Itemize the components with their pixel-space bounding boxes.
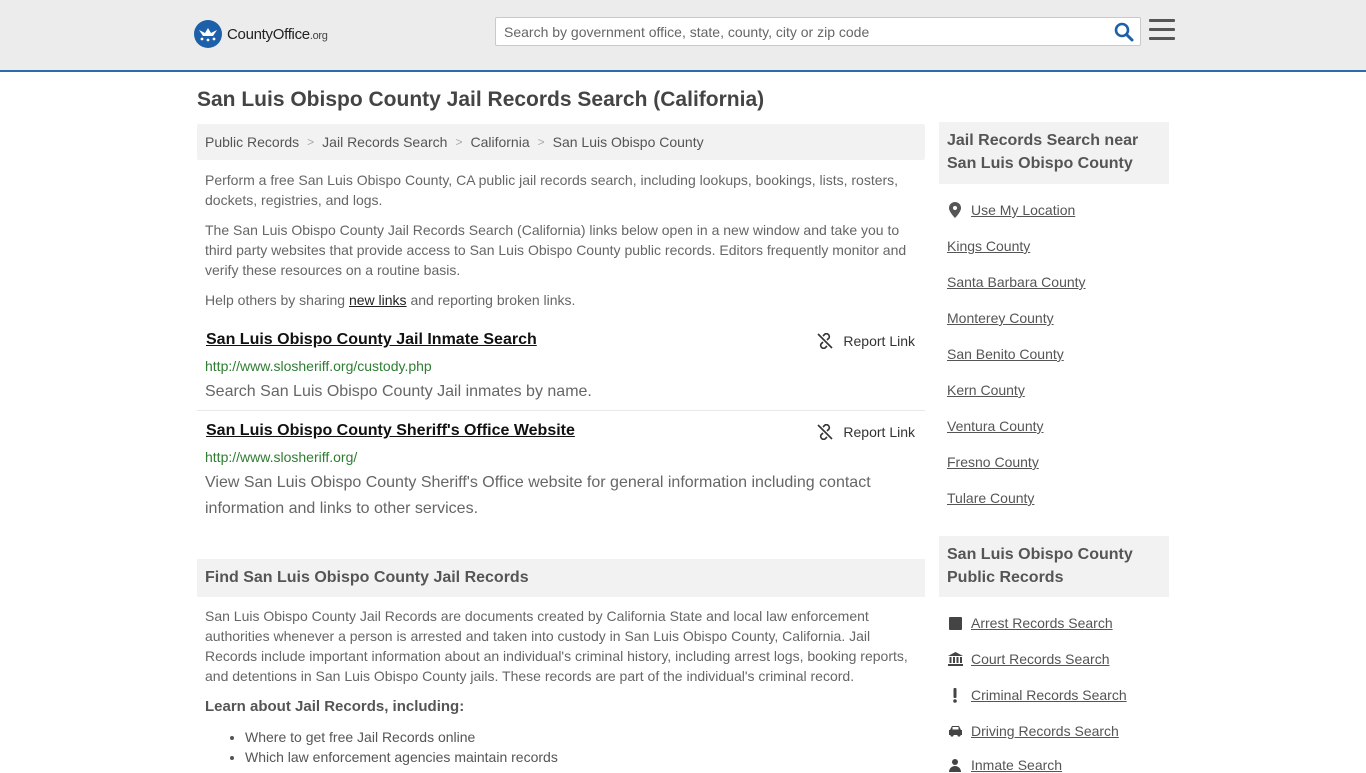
map-pin-icon	[947, 202, 963, 218]
courthouse-icon	[947, 651, 963, 667]
driving-records-link[interactable]: Driving Records Search	[947, 723, 1119, 739]
breadcrumb-separator-icon: >	[455, 135, 463, 149]
result-item: San Luis Obispo County Jail Inmate Searc…	[197, 331, 925, 401]
result-description: Search San Luis Obispo County Jail inmat…	[205, 383, 592, 400]
search-bar	[495, 17, 1141, 46]
use-my-location-link[interactable]: Use My Location	[947, 202, 1075, 218]
report-link-button[interactable]: Report Link	[817, 333, 915, 349]
result-url: http://www.slosheriff.org/custody.php	[205, 358, 432, 374]
site-logo[interactable]: CountyOffice.org	[194, 20, 328, 48]
site-header: CountyOffice.org	[0, 0, 1366, 72]
search-icon[interactable]	[1114, 22, 1134, 42]
list-item: Which law enforcement agencies maintain …	[245, 747, 558, 767]
intro-paragraph-2: The San Luis Obispo County Jail Records …	[205, 222, 907, 278]
learn-list: Where to get free Jail Records online Wh…	[245, 727, 558, 767]
page-title: San Luis Obispo County Jail Records Sear…	[197, 88, 765, 111]
result-title-link[interactable]: San Luis Obispo County Sheriff's Office …	[206, 422, 575, 440]
find-records-heading: Find San Luis Obispo County Jail Records	[197, 559, 925, 597]
report-link-button[interactable]: Report Link	[817, 424, 915, 440]
breadcrumb-separator-icon: >	[307, 135, 315, 149]
hamburger-menu-icon[interactable]	[1149, 19, 1175, 43]
square-icon	[947, 615, 963, 631]
breadcrumb-california[interactable]: California	[470, 134, 529, 150]
logo-badge-icon	[194, 20, 222, 48]
broken-link-icon	[817, 333, 833, 349]
nearby-county-link[interactable]: Santa Barbara County	[947, 274, 1086, 290]
nearby-county-link[interactable]: Kern County	[947, 382, 1025, 398]
broken-link-icon	[817, 424, 833, 440]
breadcrumb-separator-icon: >	[537, 135, 545, 149]
list-item: Where to get free Jail Records online	[245, 727, 558, 747]
find-records-body: San Luis Obispo County Jail Records are …	[205, 608, 908, 684]
nearby-county-link[interactable]: Monterey County	[947, 310, 1054, 326]
learn-heading: Learn about Jail Records, including:	[205, 698, 465, 715]
result-divider	[197, 410, 925, 411]
help-paragraph: Help others by sharing new links and rep…	[205, 292, 576, 308]
exclamation-icon	[947, 687, 963, 703]
breadcrumb-public-records[interactable]: Public Records	[205, 134, 299, 150]
nearby-county-link[interactable]: Fresno County	[947, 454, 1039, 470]
breadcrumb-current: San Luis Obispo County	[552, 134, 704, 150]
result-description: View San Luis Obispo County Sheriff's Of…	[205, 474, 871, 517]
search-input[interactable]	[496, 18, 1096, 45]
breadcrumb: Public Records > Jail Records Search > C…	[197, 124, 925, 160]
logo-text: CountyOffice.org	[227, 25, 328, 43]
nearby-county-link[interactable]: Kings County	[947, 238, 1030, 254]
nearby-heading: Jail Records Search near San Luis Obispo…	[939, 122, 1169, 184]
result-item: San Luis Obispo County Sheriff's Office …	[197, 422, 925, 522]
inmate-search-link[interactable]: Inmate Search	[947, 757, 1062, 773]
nearby-county-link[interactable]: San Benito County	[947, 346, 1064, 362]
result-url: http://www.slosheriff.org/	[205, 449, 358, 465]
public-records-heading: San Luis Obispo County Public Records	[939, 536, 1169, 597]
nearby-county-link[interactable]: Ventura County	[947, 418, 1044, 434]
criminal-records-link[interactable]: Criminal Records Search	[947, 687, 1127, 703]
inmate-icon	[947, 757, 963, 773]
nearby-county-link[interactable]: Tulare County	[947, 490, 1034, 506]
court-records-link[interactable]: Court Records Search	[947, 651, 1110, 667]
intro-paragraph-1: Perform a free San Luis Obispo County, C…	[205, 172, 899, 208]
arrest-records-link[interactable]: Arrest Records Search	[947, 615, 1113, 631]
breadcrumb-jail-records-search[interactable]: Jail Records Search	[322, 134, 447, 150]
result-title-link[interactable]: San Luis Obispo County Jail Inmate Searc…	[206, 331, 537, 349]
new-links-link[interactable]: new links	[349, 292, 407, 308]
car-icon	[947, 723, 963, 739]
